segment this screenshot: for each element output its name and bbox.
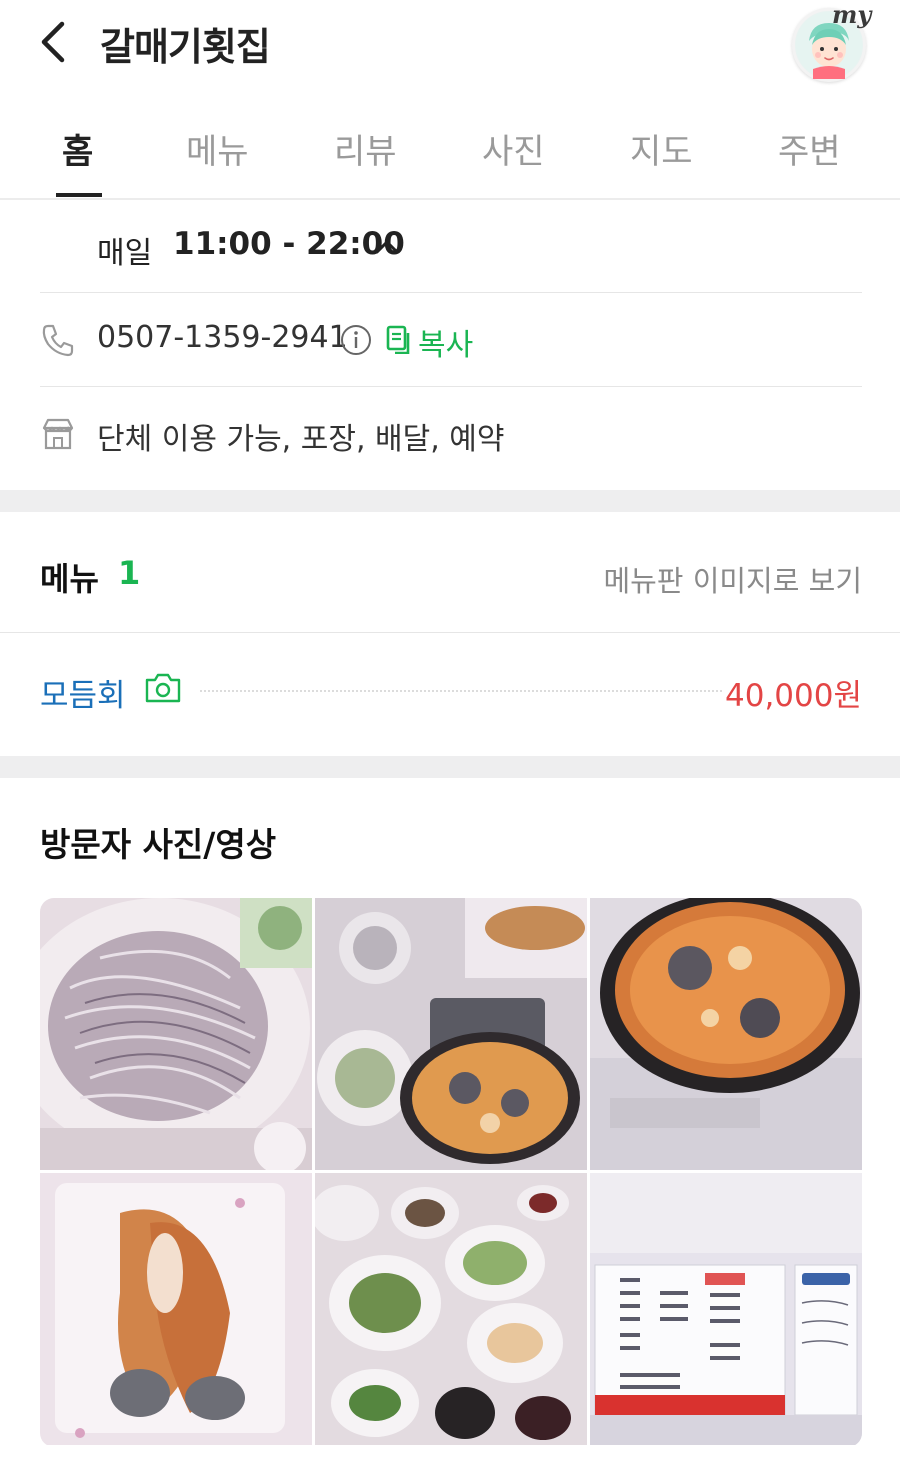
photo-grid [40, 898, 862, 1447]
menu-item-name[interactable]: 모듬회 [40, 670, 126, 715]
amenities-text: 단체 이용 가능, 포장, 배달, 예약 [97, 422, 505, 457]
section-gap [0, 490, 900, 512]
tab-nearby[interactable]: 주변 [778, 124, 841, 173]
photo-thumbnail[interactable] [40, 1173, 312, 1445]
info-icon[interactable] [340, 324, 372, 356]
section-gap [0, 756, 900, 778]
phone-row: 0507-1359-2941 복사 [40, 318, 862, 368]
tab-menu[interactable]: 메뉴 [186, 124, 249, 173]
back-icon[interactable] [34, 18, 78, 66]
view-menu-board-link[interactable]: 메뉴판 이미지로 보기 [603, 558, 862, 600]
divider [40, 386, 862, 387]
camera-icon[interactable] [144, 672, 182, 704]
photo-thumbnail[interactable] [590, 898, 862, 1170]
copy-button[interactable]: 복사 [418, 320, 473, 364]
tab-map[interactable]: 지도 [630, 124, 693, 173]
menu-section-title: 메뉴 [40, 560, 99, 598]
active-tab-indicator [56, 193, 102, 197]
menu-item-price: 40,000원 [725, 678, 862, 714]
chevron-up-icon[interactable] [373, 232, 401, 260]
hours-day: 매일 [97, 236, 153, 271]
photo-thumbnail[interactable] [315, 1173, 587, 1445]
tab-photo[interactable]: 사진 [482, 124, 545, 173]
copy-icon[interactable] [385, 324, 411, 355]
tab-home[interactable]: 홈 [62, 124, 93, 173]
page-title: 갈매기횟집 [100, 25, 271, 69]
phone-number[interactable]: 0507-1359-2941 [97, 320, 348, 355]
phone-icon [40, 322, 76, 358]
photo-thumbnail[interactable] [315, 898, 587, 1170]
hours-time: 11:00 - 22:00 [173, 226, 405, 262]
menu-count: 1 [118, 554, 141, 592]
business-hours[interactable]: 매일 11:00 - 22:00 [40, 226, 862, 292]
photo-thumbnail[interactable] [40, 898, 312, 1170]
store-icon [40, 416, 76, 452]
visitor-photos-title: 방문자 사진/영상 [40, 825, 277, 864]
tab-bar: 홈 메뉴 리뷰 사진 지도 주변 [0, 96, 900, 200]
my-badge: my [832, 0, 872, 29]
top-bar: 갈매기횟집 my [0, 0, 900, 96]
price-leader-dots [200, 690, 722, 692]
tab-review[interactable]: 리뷰 [334, 124, 397, 173]
divider [40, 292, 862, 293]
divider [0, 632, 900, 633]
amenities-row: 단체 이용 가능, 포장, 배달, 예약 [40, 412, 862, 462]
photo-thumbnail[interactable] [590, 1173, 862, 1445]
